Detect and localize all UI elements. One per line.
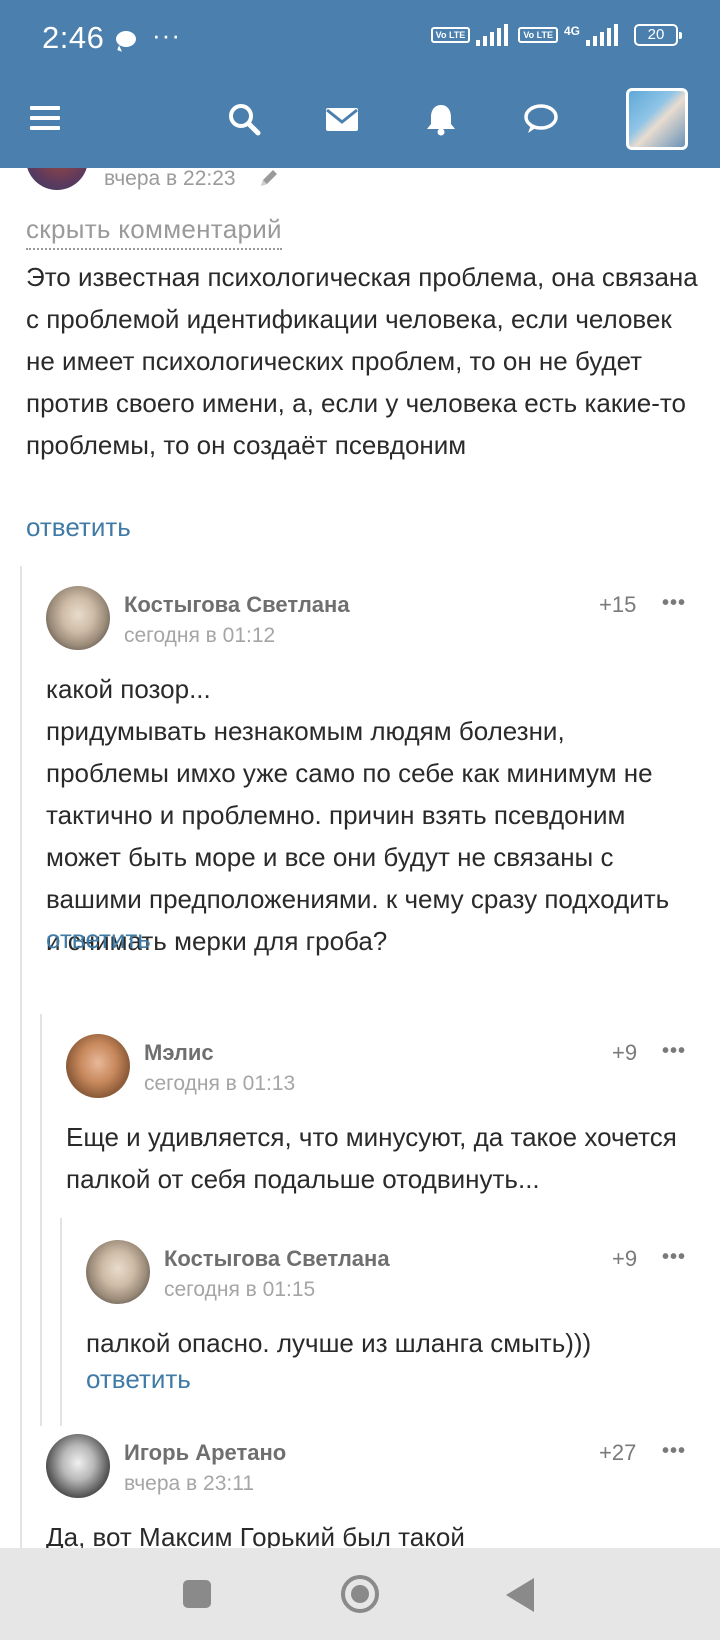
comment-text: какой позор... придумывать незнакомым лю… <box>46 674 670 956</box>
more-options-icon[interactable]: ••• <box>662 1440 686 1463</box>
chat-icon[interactable] <box>523 102 559 136</box>
volte-icon: Vo LTE <box>430 27 471 43</box>
mail-icon[interactable] <box>325 102 359 136</box>
signal-icon <box>476 24 509 46</box>
comment-score: +9 <box>612 1040 638 1065</box>
comment: Костыгова Светлана сегодня в 01:12 +15 •… <box>46 586 690 986</box>
comment-text: Еще и удивляется, что минусуют, да такое… <box>66 1122 677 1194</box>
avatar[interactable] <box>46 586 110 650</box>
status-indicators: Vo LTE Vo LTE 4G 20 <box>430 24 682 46</box>
comment-time[interactable]: сегодня в 01:13 <box>144 1072 295 1096</box>
thread-line <box>40 1014 42 1426</box>
recents-button[interactable] <box>183 1580 211 1608</box>
back-button[interactable] <box>506 1578 534 1612</box>
comment: Костыгова Светлана сегодня в 01:15 +9 ••… <box>86 1240 690 1430</box>
more-options-icon[interactable]: ••• <box>662 592 686 615</box>
hide-comment-link[interactable]: скрыть комментарий <box>26 214 282 250</box>
comment-text: Это известная психологическая проблема, … <box>26 262 698 460</box>
status-more-dots: ··· <box>152 20 181 50</box>
comment-meta: вчера в 22:23 <box>0 168 720 194</box>
status-time: 2:46 <box>42 20 105 55</box>
bell-icon[interactable] <box>424 102 458 136</box>
thread-line <box>20 566 22 1548</box>
comment-time[interactable]: вчера в 22:23 <box>104 168 236 191</box>
comment: Мэлис сегодня в 01:13 +9 ••• Еще и удивл… <box>66 1034 690 1214</box>
comment: Игорь Аретано вчера в 23:11 +27 ••• Да, … <box>46 1434 690 1548</box>
menu-icon[interactable] <box>30 106 60 136</box>
comment-time[interactable]: вчера в 23:11 <box>124 1472 254 1496</box>
comment-author[interactable]: Игорь Аретано <box>124 1440 286 1466</box>
comment-time[interactable]: сегодня в 01:12 <box>124 624 275 648</box>
thread-line <box>60 1218 62 1426</box>
signal-icon-2 <box>586 24 618 46</box>
comment-author[interactable]: Мэлис <box>144 1040 214 1066</box>
profile-avatar[interactable] <box>626 88 688 150</box>
volte-icon-2: Vo LTE <box>518 27 558 43</box>
search-icon[interactable] <box>227 102 261 136</box>
home-button[interactable] <box>341 1575 379 1613</box>
reply-link[interactable]: ответить <box>26 512 131 543</box>
more-options-icon[interactable]: ••• <box>662 1246 686 1269</box>
battery-icon: 20 <box>634 24 682 46</box>
reply-link[interactable]: ответить <box>46 924 151 955</box>
notification-chat-icon <box>116 31 136 47</box>
comment-author[interactable]: Костыгова Светлана <box>164 1246 390 1272</box>
avatar[interactable] <box>66 1034 130 1098</box>
comment-score: +9 <box>612 1246 638 1271</box>
comment-score: +27 <box>599 1440 637 1465</box>
pencil-icon <box>261 170 277 186</box>
comment-score: +15 <box>599 592 637 617</box>
nav-bar <box>0 88 720 150</box>
network-type: 4G <box>563 24 580 38</box>
avatar[interactable] <box>86 1240 150 1304</box>
comment-time[interactable]: сегодня в 01:15 <box>164 1278 315 1302</box>
system-navigation-bar <box>0 1548 720 1640</box>
comment-author[interactable]: Костыгова Светлана <box>124 592 350 618</box>
app-header: 2:46 ··· Vo LTE Vo LTE 4G 20 <box>0 0 720 168</box>
avatar[interactable] <box>46 1434 110 1498</box>
comments-feed: вчера в 22:23 скрыть комментарий Это изв… <box>0 168 720 1548</box>
comment-text: палкой опасно. лучше из шланга смыть))) <box>86 1328 592 1358</box>
reply-link[interactable]: ответить <box>86 1364 191 1395</box>
more-options-icon[interactable]: ••• <box>662 1040 686 1063</box>
comment-text: Да, вот Максим Горький был такой <box>46 1522 465 1548</box>
